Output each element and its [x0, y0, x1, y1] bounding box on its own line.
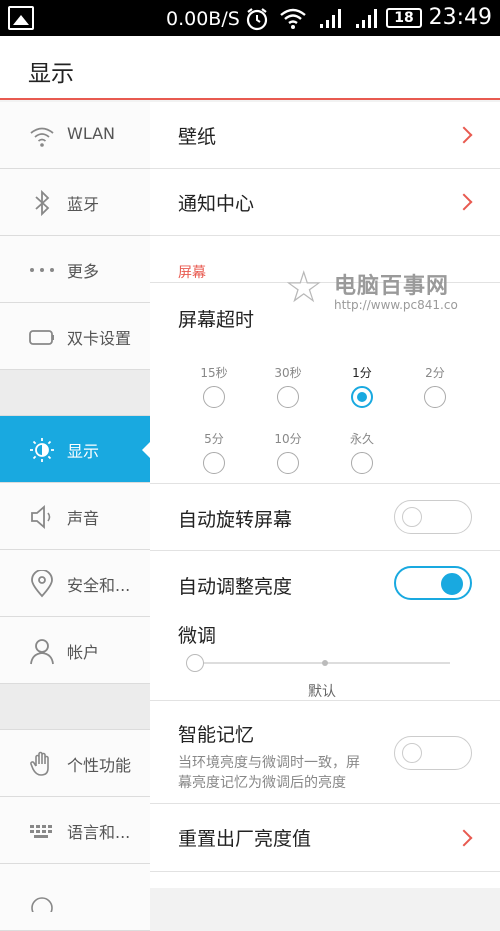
notification-center-row[interactable]: 通知中心 — [150, 169, 500, 236]
sidebar-item-label: 声音 — [67, 509, 100, 528]
reset-brightness-row[interactable]: 重置出厂亮度值 — [150, 804, 500, 872]
sidebar-item-dual-sim[interactable]: 双卡设置 — [0, 303, 150, 370]
smart-memory-toggle[interactable] — [394, 736, 472, 770]
timeout-option-never[interactable]: 永久 — [332, 430, 392, 474]
smart-memory-description-line2: 幕亮度记忆为微调后的亮度 — [178, 775, 346, 791]
more-dots-icon — [30, 268, 54, 272]
auto-rotate-row[interactable]: 自动旋转屏幕 — [150, 483, 500, 551]
alarm-icon — [246, 8, 268, 31]
toggle-knob — [402, 743, 422, 763]
sidebar-spacer — [0, 684, 150, 730]
hand-icon — [30, 751, 49, 776]
settings-sidebar: WLAN 蓝牙 更多 双卡设置 显示 声音 安全和... 帐户 个性功能 语言和… — [0, 102, 151, 931]
wifi-signal-icon — [280, 8, 306, 29]
sim-card-icon — [29, 330, 54, 345]
timeout-option-2min[interactable]: 2分 — [405, 364, 465, 408]
radio-button[interactable] — [424, 386, 446, 408]
timeout-option-30s[interactable]: 30秒 — [258, 364, 318, 408]
toggle-knob — [441, 573, 463, 595]
auto-brightness-row: 自动调整亮度 微调 默认 — [150, 551, 500, 701]
fine-tune-default-label: 默认 — [308, 684, 336, 700]
sidebar-item-more[interactable]: 更多 — [0, 236, 150, 303]
timeout-option-1min[interactable]: 1分 — [332, 364, 392, 408]
bluetooth-icon — [35, 189, 50, 217]
cell-signal-2-icon — [356, 9, 377, 28]
wifi-icon — [30, 127, 54, 147]
radio-button[interactable] — [203, 452, 225, 474]
sidebar-item-personalization[interactable]: 个性功能 — [0, 730, 150, 797]
sidebar-item-label: 个性功能 — [67, 756, 132, 775]
auto-rotate-toggle[interactable] — [394, 500, 472, 534]
fine-tune-label: 微调 — [178, 625, 217, 647]
chevron-right-icon — [455, 126, 473, 144]
sidebar-item-display[interactable]: 显示 — [0, 416, 151, 483]
clock: 23:49 — [428, 5, 492, 30]
auto-brightness-toggle[interactable] — [394, 566, 472, 600]
status-bar: 0.00B/S 18 23:49 — [0, 0, 500, 36]
reset-brightness-label: 重置出厂亮度值 — [178, 828, 312, 850]
timeout-option-5min[interactable]: 5分 — [184, 430, 244, 474]
radio-button[interactable] — [277, 386, 299, 408]
watermark-text: 电脑百事网 — [334, 274, 450, 299]
watermark: ☆ 电脑百事网 http://www.pc841.co — [284, 266, 494, 322]
sidebar-item-label: 双卡设置 — [67, 329, 132, 348]
wallpaper-row[interactable]: 壁纸 — [150, 102, 500, 169]
speaker-icon — [31, 505, 51, 529]
watermark-url: http://www.pc841.co — [334, 298, 458, 312]
page-title: 显示 — [28, 61, 74, 87]
radio-button[interactable] — [277, 452, 299, 474]
network-speed: 0.00B/S — [166, 8, 240, 30]
sidebar-item-label: 安全和... — [67, 576, 131, 595]
sidebar-item-account[interactable]: 帐户 — [0, 617, 150, 684]
notification-center-label: 通知中心 — [178, 193, 255, 215]
smart-memory-row[interactable]: 智能记忆 当环境亮度与微调时一致，屏 幕亮度记忆为微调后的亮度 — [150, 702, 500, 804]
sidebar-item-label: 显示 — [67, 442, 100, 461]
location-pin-icon — [31, 570, 53, 598]
battery-icon: 18 — [386, 8, 422, 28]
smart-memory-description-line1: 当环境亮度与微调时一致，屏 — [178, 755, 360, 771]
gallery-notification-icon — [8, 6, 34, 30]
screen-section-header: 屏幕 — [178, 265, 206, 281]
page-header: 显示 — [0, 36, 500, 100]
chevron-right-icon — [455, 193, 473, 211]
wallpaper-label: 壁纸 — [178, 126, 217, 148]
display-settings-panel: 壁纸 通知中心 屏幕 屏幕超时 15秒 30秒 1分 2分 5分 10分 永久 — [150, 102, 500, 888]
sidebar-item-label: 蓝牙 — [67, 195, 100, 214]
timeout-option-10min[interactable]: 10分 — [258, 430, 318, 474]
sidebar-item-label: 帐户 — [67, 643, 100, 662]
smart-memory-label: 智能记忆 — [178, 724, 255, 746]
sidebar-spacer — [0, 370, 150, 416]
sidebar-item-wlan[interactable]: WLAN — [0, 102, 150, 169]
sidebar-item-label: WLAN — [67, 124, 116, 143]
partial-item-icon — [31, 897, 53, 912]
screen-timeout-label: 屏幕超时 — [178, 309, 255, 331]
sidebar-item-language[interactable]: 语言和... — [0, 797, 150, 864]
sidebar-item-security[interactable]: 安全和... — [0, 550, 150, 617]
toggle-knob — [402, 507, 422, 527]
sidebar-item-label: 更多 — [67, 262, 100, 281]
auto-brightness-label: 自动调整亮度 — [178, 576, 293, 598]
sidebar-item-label: 语言和... — [67, 823, 131, 842]
watermark-star-icon: ☆ — [284, 262, 324, 313]
radio-button-selected[interactable] — [351, 386, 373, 408]
radio-button[interactable] — [351, 452, 373, 474]
sidebar-item-bluetooth[interactable]: 蓝牙 — [0, 169, 150, 236]
account-icon — [30, 639, 54, 665]
brightness-slider-thumb[interactable] — [186, 654, 204, 672]
sidebar-item-sound[interactable]: 声音 — [0, 483, 150, 550]
auto-rotate-label: 自动旋转屏幕 — [178, 509, 293, 531]
cell-signal-1-icon — [320, 9, 341, 28]
brightness-slider-default-mark — [322, 660, 328, 666]
brightness-icon — [30, 438, 54, 462]
keyboard-icon — [30, 825, 52, 838]
timeout-option-15s[interactable]: 15秒 — [184, 364, 244, 408]
sidebar-item-next[interactable] — [0, 864, 150, 931]
radio-button[interactable] — [203, 386, 225, 408]
chevron-right-icon — [455, 829, 473, 847]
